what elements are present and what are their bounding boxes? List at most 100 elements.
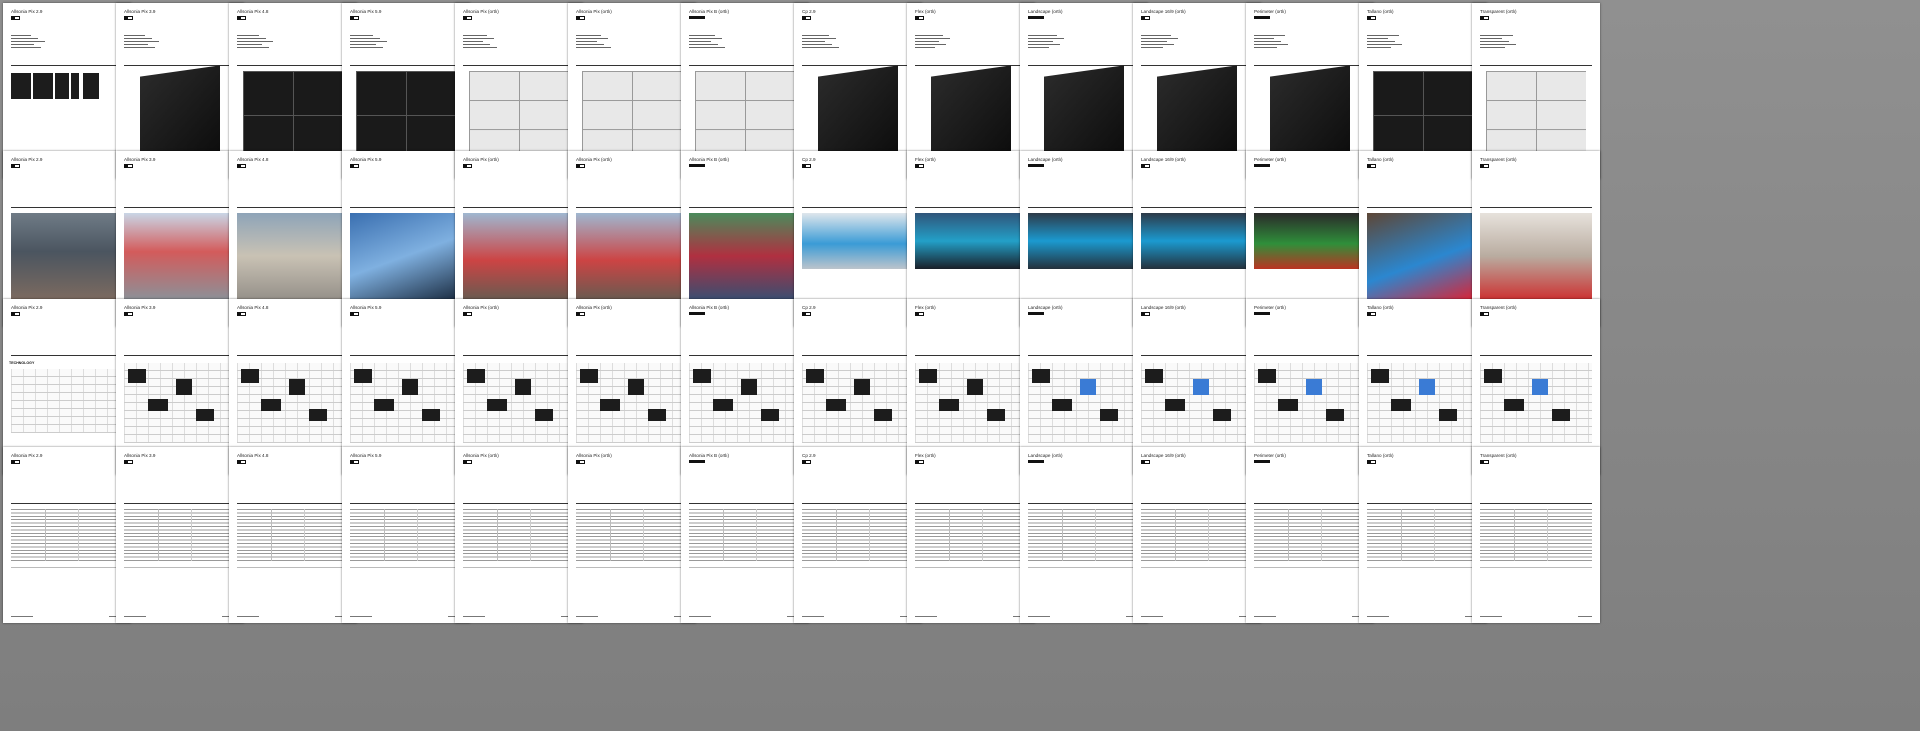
document-page[interactable]: Tallano (ortlı) (1359, 447, 1487, 623)
section-rule (1141, 503, 1253, 504)
diagram-thumbnail (1165, 399, 1185, 411)
document-page[interactable]: Landscape 16/9 (ortlı) (1133, 447, 1261, 623)
diagram-thumbnail (826, 399, 846, 411)
document-page[interactable]: Transparent (ortlı) (1472, 447, 1600, 623)
page-footer-left (689, 616, 711, 617)
document-page[interactable]: Allsonia Pix 2.9 (3, 447, 131, 623)
brand-logo-icon (1028, 312, 1044, 315)
product-image (1486, 71, 1586, 159)
page-header-title: Cp 2.9 (802, 453, 816, 458)
spec-footnote (689, 567, 801, 568)
technology-diagram (11, 369, 123, 433)
page-header-title: Perimeter (ortlı) (1254, 157, 1286, 162)
page-header-title: Allsonia Pix 4.8 (237, 305, 269, 310)
diagram-thumbnail (402, 379, 418, 395)
diagram-thumbnail (806, 369, 824, 383)
diagram-thumbnail (1100, 409, 1118, 421)
section-rule (11, 503, 123, 504)
application-photo (689, 213, 801, 299)
diagram-thumbnail (289, 379, 305, 395)
page-header-title: Allsonia Pix 4.8 (237, 453, 269, 458)
spec-footnote (576, 567, 688, 568)
product-meta-lines (1028, 35, 1068, 50)
document-page[interactable]: Allsonia Pix B (ortlı) (681, 447, 809, 623)
diagram-thumbnail (1484, 369, 1502, 383)
brand-logo-icon (915, 460, 924, 464)
page-header-title: Landscape (ortlı) (1028, 453, 1063, 458)
product-thumbnail (11, 73, 31, 99)
page-header-title: Landscape (ortlı) (1028, 9, 1063, 14)
section-rule (237, 207, 349, 208)
document-page[interactable]: Perimeter (ortlı) (1246, 447, 1374, 623)
brand-logo-icon (1254, 164, 1270, 167)
diagram-thumbnail (648, 409, 666, 421)
page-header-title: Allsonia Pix 2.9 (11, 9, 43, 14)
diagram-thumbnail (1504, 399, 1524, 411)
brand-logo-icon (1141, 460, 1150, 464)
document-page[interactable]: Landscape (ortlı) (1020, 447, 1148, 623)
product-image (469, 71, 569, 159)
section-rule (802, 207, 914, 208)
section-rule (576, 503, 688, 504)
diagram-thumbnail (1213, 409, 1231, 421)
section-rule (576, 207, 688, 208)
application-photo (1028, 213, 1140, 269)
product-meta-lines (1254, 35, 1294, 50)
brand-logo-icon (802, 312, 811, 316)
page-header-title: Allsonia Pix (ortlı) (576, 305, 612, 310)
page-header-title: Perimeter (ortlı) (1254, 9, 1286, 14)
technology-heading: TECHNOLOGY (9, 361, 35, 365)
page-header-title: Allsonia Pix 3.9 (124, 305, 156, 310)
product-meta-lines (237, 35, 277, 50)
product-image (818, 65, 898, 165)
section-rule (915, 503, 1027, 504)
document-page[interactable]: Allsonia Pix 3.9 (116, 447, 244, 623)
diagram-thumbnail (628, 379, 644, 395)
brand-logo-icon (689, 164, 705, 167)
brand-logo-icon (124, 460, 133, 464)
spec-table (1480, 509, 1592, 561)
brand-logo-icon (237, 460, 246, 464)
page-header-title: Flex (ortlı) (915, 305, 936, 310)
page-header-title: Landscape (ortlı) (1028, 157, 1063, 162)
section-rule (350, 65, 462, 66)
page-header-title: Allsonia Pix (ortlı) (463, 9, 499, 14)
spec-table (1367, 509, 1479, 561)
brand-logo-icon (1028, 16, 1044, 19)
document-page[interactable]: Allsonia Pix (ortlı) (455, 447, 583, 623)
section-rule (463, 355, 575, 356)
diagram-thumbnail (919, 369, 937, 383)
document-page[interactable]: Cp 2.9 (794, 447, 922, 623)
page-header-title: Tallano (ortlı) (1367, 305, 1394, 310)
spec-table (576, 509, 688, 561)
spec-table (11, 509, 123, 561)
spec-table (1028, 509, 1140, 561)
diagram-thumbnail (939, 399, 959, 411)
page-header-title: Cp 2.9 (802, 305, 816, 310)
product-image (582, 71, 682, 159)
spec-footnote (11, 567, 123, 568)
brand-logo-icon (1480, 164, 1489, 168)
page-header-title: Allsonia Pix 4.8 (237, 9, 269, 14)
product-thumbnail (71, 73, 79, 99)
brand-logo-icon (350, 16, 359, 20)
page-footer-left (1367, 616, 1389, 617)
section-rule (1367, 355, 1479, 356)
brand-logo-icon (1367, 16, 1376, 20)
product-image (1044, 65, 1124, 165)
page-header-title: Tallano (ortlı) (1367, 9, 1394, 14)
section-rule (350, 503, 462, 504)
document-page[interactable]: Flex (ortlı) (907, 447, 1035, 623)
spec-table (237, 509, 349, 561)
document-page[interactable]: Allsonia Pix 5.9 (342, 447, 470, 623)
document-page[interactable]: Allsonia Pix 4.8 (229, 447, 357, 623)
product-meta-lines (124, 35, 164, 50)
page-footer-left (1480, 616, 1502, 617)
application-photo (576, 213, 688, 299)
page-header-title: Landscape 16/9 (ortlı) (1141, 305, 1186, 310)
section-rule (576, 65, 688, 66)
product-meta-lines (1367, 35, 1407, 50)
page-header-title: Allsonia Pix 2.9 (11, 157, 43, 162)
section-rule (463, 503, 575, 504)
document-page[interactable]: Allsonia Pix (ortlı) (568, 447, 696, 623)
